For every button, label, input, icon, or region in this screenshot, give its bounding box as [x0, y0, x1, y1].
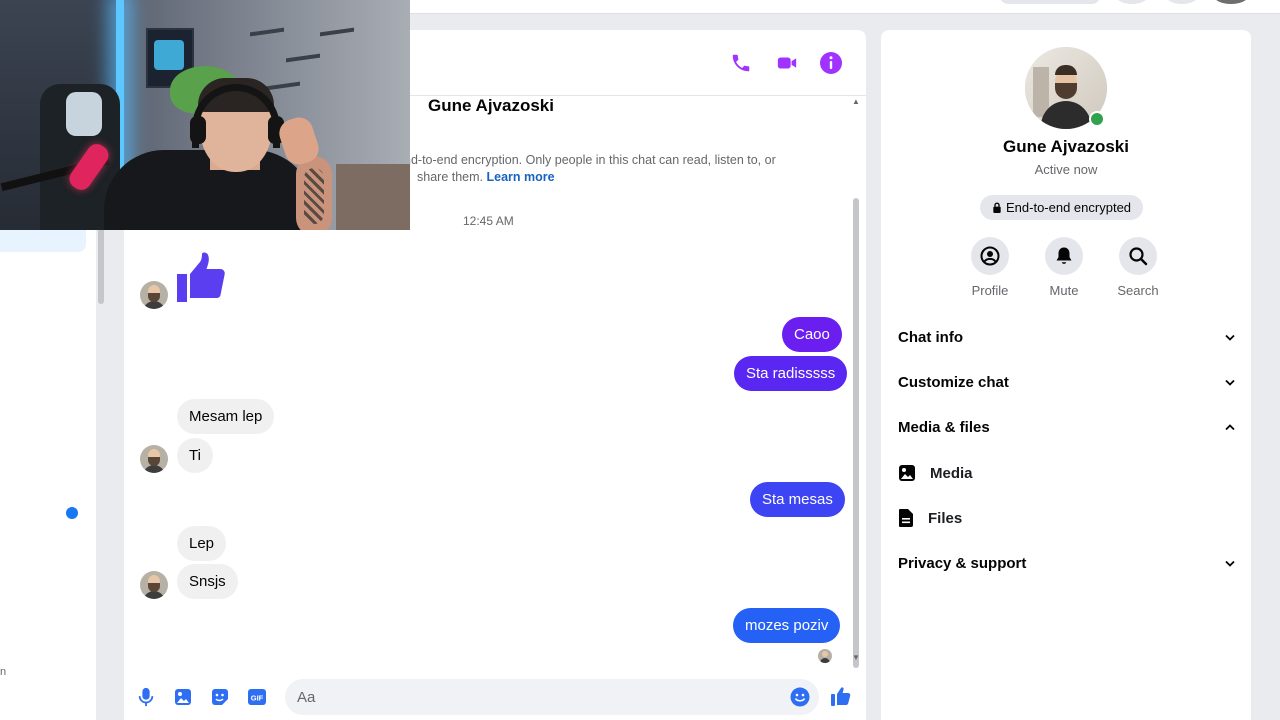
message-incoming[interactable]: Lep — [177, 526, 227, 561]
media-item[interactable]: Media — [898, 460, 1198, 486]
active-status: Active now — [1034, 162, 1098, 177]
voice-clip-button[interactable] — [135, 686, 157, 708]
scroll-thumb[interactable] — [853, 198, 859, 668]
files-label: Files — [928, 509, 963, 527]
message-incoming[interactable]: Snsjs — [177, 564, 238, 599]
message-input[interactable] — [285, 679, 819, 715]
top-menu-button[interactable] — [1116, 0, 1148, 4]
send-like-button[interactable] — [830, 685, 852, 707]
encryption-notice: nd-to-end encryption. Only people in thi… — [404, 152, 824, 186]
conversation-snippet: n — [0, 666, 7, 678]
video-call-button[interactable] — [774, 50, 800, 76]
unread-indicator — [66, 507, 78, 519]
webcam-overlay — [0, 0, 410, 230]
profile-action-button[interactable]: Profile — [955, 237, 1025, 298]
scroll-down-arrow[interactable]: ▼ — [852, 654, 860, 662]
contact-avatar[interactable] — [140, 445, 168, 473]
media-files-section[interactable]: Media & files — [898, 413, 1236, 441]
online-status-indicator — [1089, 111, 1105, 127]
message-outgoing[interactable]: Sta mesas — [750, 482, 845, 517]
file-icon — [899, 509, 913, 527]
profile-icon — [980, 246, 1000, 266]
conversation-list-scrollbar[interactable] — [98, 228, 104, 304]
message-timestamp: 12:45 AM — [463, 214, 514, 228]
media-files-label: Media & files — [898, 418, 990, 436]
encryption-notice-line2: share them. — [417, 170, 484, 184]
info-icon — [820, 52, 842, 74]
bell-icon — [1056, 247, 1072, 264]
mute-action-label: Mute — [1049, 283, 1079, 298]
video-camera-icon — [777, 57, 797, 69]
profile-action-label: Profile — [971, 283, 1009, 298]
microphone-icon — [138, 687, 154, 707]
sticker-icon — [212, 689, 228, 705]
learn-more-link[interactable]: Learn more — [487, 170, 555, 184]
chevron-up-icon — [1224, 421, 1236, 433]
message-outgoing[interactable]: Caoo — [782, 317, 842, 352]
media-icon — [899, 465, 915, 481]
top-notifications-button[interactable] — [1166, 0, 1198, 4]
customize-chat-section[interactable]: Customize chat — [898, 368, 1236, 396]
intro-contact-name: Gune Ajvazoski — [428, 96, 554, 115]
encryption-badge[interactable]: End-to-end encrypted — [980, 195, 1144, 220]
search-action-button[interactable]: Search — [1103, 237, 1173, 298]
contact-avatar[interactable] — [140, 281, 168, 309]
emoji-icon — [790, 687, 810, 707]
thumbs-up-sticker — [177, 252, 225, 302]
contact-avatar[interactable] — [140, 571, 168, 599]
privacy-support-section[interactable]: Privacy & support — [898, 549, 1236, 577]
lock-icon — [993, 202, 1001, 213]
chevron-down-icon — [1224, 331, 1236, 343]
scroll-up-arrow[interactable]: ▲ — [852, 98, 860, 106]
encryption-badge-label: End-to-end encrypted — [1006, 200, 1132, 215]
profile-name: Gune Ajvazoski — [1003, 137, 1129, 156]
message-outgoing[interactable]: Sta radisssss — [734, 356, 848, 391]
chevron-down-icon — [1224, 557, 1236, 569]
thumbs-up-icon — [831, 687, 851, 706]
conversation-info-button[interactable] — [818, 50, 844, 76]
search-action-label: Search — [1117, 283, 1159, 298]
chat-scrollbar[interactable]: ▲ ▼ — [852, 98, 860, 694]
chat-info-label: Chat info — [898, 328, 963, 346]
message-incoming[interactable]: Ti — [177, 438, 213, 473]
chat-info-section[interactable]: Chat info — [898, 323, 1236, 351]
files-item[interactable]: Files — [898, 505, 1198, 531]
audio-call-button[interactable] — [728, 50, 754, 76]
message-outgoing[interactable]: mozes poziv — [733, 608, 841, 643]
search-icon — [1129, 247, 1148, 266]
emoji-button[interactable] — [789, 686, 811, 708]
customize-chat-label: Customize chat — [898, 373, 1009, 391]
gif-label: GIF — [251, 694, 264, 703]
phone-icon — [732, 54, 750, 72]
top-account-avatar[interactable] — [1214, 0, 1248, 4]
read-receipt-avatar — [818, 649, 832, 663]
media-label: Media — [930, 464, 973, 482]
encryption-notice-line1: nd-to-end encryption. Only people in thi… — [404, 153, 776, 167]
message-incoming[interactable]: Mesam lep — [177, 399, 275, 434]
top-search-pill[interactable] — [1000, 0, 1100, 4]
gif-button[interactable]: GIF — [246, 686, 268, 708]
mute-action-button[interactable]: Mute — [1029, 237, 1099, 298]
attach-image-button[interactable] — [172, 686, 194, 708]
image-icon — [175, 689, 191, 705]
privacy-support-label: Privacy & support — [898, 554, 1027, 572]
gif-icon: GIF — [248, 689, 266, 705]
sticker-button[interactable] — [209, 686, 231, 708]
chevron-down-icon — [1224, 376, 1236, 388]
